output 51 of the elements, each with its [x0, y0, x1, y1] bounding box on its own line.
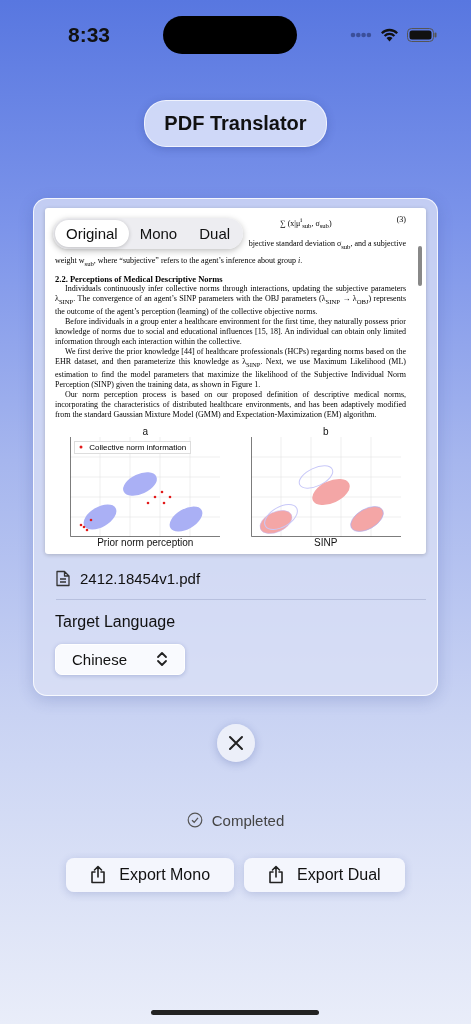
cluster-ellipse	[123, 471, 158, 496]
wifi-icon	[380, 28, 399, 42]
close-icon	[227, 734, 244, 751]
view-mode-tab[interactable]: Dual	[188, 220, 242, 247]
cluster-outline	[298, 465, 333, 489]
scrollbar[interactable]	[418, 246, 422, 286]
cluster-ellipse	[312, 478, 350, 505]
data-point	[160, 490, 164, 493]
cluster-ellipse	[83, 504, 117, 530]
equation-number: (3)	[396, 215, 406, 226]
export-button[interactable]: Export Mono	[66, 857, 235, 892]
axis-label: Prior norm perception	[97, 536, 194, 548]
document-icon	[56, 569, 70, 587]
paragraph: We first derive the prior knowledge [44] of healthcare professionals (HCPs) regarding norms based on the EHR dataset, and then parameterize this knowledge as λ$_{SINP}$. Next, we use Maximum Likelihood (ML) estimation to find the model parameters that maximize the likelihood of the Subjective Individual Norm Perception (SINP) given the training data, as shown in Figure 1.	[55, 347, 406, 390]
app-title: PDF Translator	[144, 100, 327, 147]
signal-icon	[350, 32, 372, 38]
close-button[interactable]	[216, 723, 255, 762]
paragraph: Our norm perception process is based on our proposed definition of descriptive medical norms, incorporating the characteristics of distributed healthcare environments, and has been adaptively modified from the standard Gaussian Mixture Model (GMM) and Expectation-Maximization (EM) algorithm.	[55, 389, 406, 420]
view-mode-tab[interactable]: Original	[55, 220, 129, 247]
data-point	[162, 501, 166, 504]
status-time: 8:33	[68, 23, 111, 47]
share-icon	[90, 865, 107, 885]
language-dropdown[interactable]: Chinese	[55, 643, 185, 675]
target-language-label: Target Language	[55, 612, 177, 631]
figure-label: a	[142, 425, 149, 437]
section-heading: 2.2. Perceptions of Medical Descriptive Norms	[55, 274, 223, 285]
paragraph: Individuals continuously infer collective norms through interactions, updating the subjective parameters λ$_{SINP}$. The convergence of an agent’s SINP parameters with the OBJ parameters (λ$_{SINP}$ → λ$_{OBJ}$) represents the outcome of the agent’s perception (learning) of the collective objective norms.	[55, 284, 406, 318]
share-icon	[268, 865, 285, 885]
text-line: weight w$_{sub}$, where “subjective” refers to the agent’s inference about group i.	[55, 255, 304, 269]
equation: ∑ (x|μ$^{i}$$_{sub}$, σ$_{sub}$)	[280, 215, 332, 232]
chevron-up-down-icon	[156, 651, 168, 668]
cluster-ellipse	[350, 505, 384, 532]
paragraph: Before individuals in a group enter a healthcare environment for the first time, they naturally possess prior knowledge of norms due to social and educational influences [15, 18]. An individual can obtain only limited information through each interaction within the collective.	[55, 317, 406, 348]
cluster-outline	[263, 503, 298, 530]
status-label: Completed	[211, 811, 285, 829]
chart-legend: Collective norm information	[74, 440, 192, 454]
cluster-ellipse	[169, 506, 203, 532]
battery-icon	[407, 28, 437, 42]
file-name: 2412.18454v1.pdf	[80, 569, 201, 587]
figure-label: b	[322, 425, 329, 437]
data-point	[89, 518, 93, 521]
legend-dot-icon	[79, 445, 84, 450]
view-mode-tab[interactable]: Mono	[128, 220, 189, 247]
cluster-ellipse	[259, 509, 292, 534]
export-button[interactable]: Export Dual	[244, 857, 405, 892]
check-circle-icon	[186, 812, 203, 829]
data-point	[153, 495, 157, 498]
data-point	[146, 501, 150, 504]
axis-label: SINP	[314, 536, 338, 548]
text-line: bjective standard deviation σ$_{sub}$, and a subjective	[248, 239, 406, 252]
data-point	[168, 495, 172, 498]
